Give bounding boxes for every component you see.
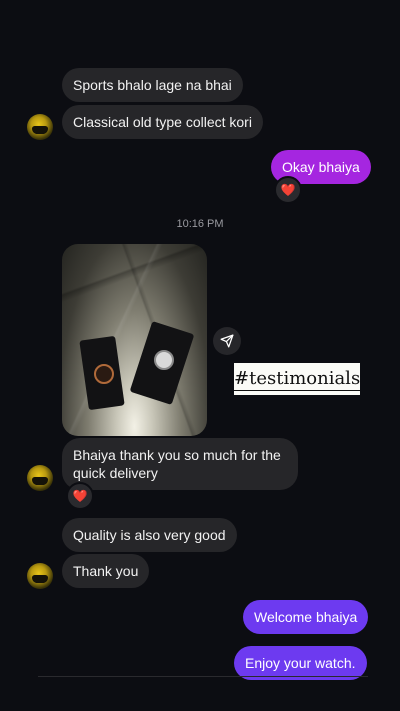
- watch-dial-left: [94, 364, 114, 384]
- watch-dial-right: [154, 350, 174, 370]
- outgoing-message[interactable]: Enjoy your watch.: [234, 646, 367, 680]
- heart-reaction-icon[interactable]: ❤️: [66, 482, 94, 510]
- composer-divider: [38, 676, 368, 677]
- testimonials-tag-text: #testimonials: [234, 368, 361, 391]
- outgoing-message[interactable]: Welcome bhaiya: [243, 600, 369, 634]
- testimonials-tag: #testimonials: [234, 363, 361, 395]
- message-timestamp: 10:16 PM: [176, 218, 224, 230]
- incoming-message[interactable]: Quality is also very good: [62, 518, 237, 552]
- heart-reaction-icon[interactable]: ❤️: [274, 176, 302, 204]
- contact-avatar[interactable]: [27, 465, 53, 491]
- share-arrow-icon[interactable]: [213, 327, 241, 355]
- incoming-message[interactable]: Sports bhalo lage na bhai: [62, 68, 243, 102]
- incoming-message[interactable]: Thank you: [62, 554, 150, 588]
- contact-avatar[interactable]: [27, 114, 53, 140]
- incoming-message[interactable]: Bhaiya thank you so much for the quick d…: [62, 438, 298, 490]
- contact-avatar[interactable]: [27, 563, 53, 589]
- photo-message[interactable]: [62, 244, 207, 436]
- incoming-message[interactable]: Classical old type collect kori: [62, 105, 263, 139]
